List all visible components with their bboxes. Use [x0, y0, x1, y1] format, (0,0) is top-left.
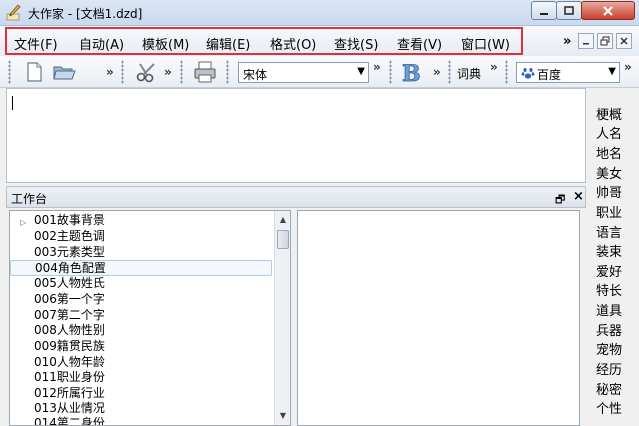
side-item[interactable]: 经历 [596, 359, 622, 378]
side-item[interactable]: 个性 [596, 398, 622, 417]
menu-overflow-button[interactable]: » [563, 34, 571, 49]
toolbar-overflow-button[interactable]: » [106, 65, 114, 79]
side-item[interactable]: 帅哥 [596, 182, 622, 201]
font-select-value: 宋体 [243, 68, 268, 82]
menu-window[interactable]: 窗口(W) [461, 34, 510, 53]
chevron-down-icon: ▼ [357, 66, 365, 77]
tree-item[interactable]: 007第二个字 [10, 308, 272, 324]
tree-item[interactable]: 005人物姓氏 [10, 276, 272, 292]
tree-item[interactable]: 010人物年龄 [10, 355, 272, 371]
side-item[interactable]: 梗概 [596, 104, 622, 123]
chevron-down-icon: ▼ [608, 66, 616, 77]
workbench-header: 工作台 🗗 × [6, 186, 586, 208]
tree-item[interactable]: 002主题色调 [10, 229, 272, 245]
tree-item[interactable]: 014第二身份 [10, 416, 272, 425]
workbench-title: 工作台 [11, 192, 48, 206]
side-item[interactable]: 秘密 [596, 379, 622, 398]
open-folder-icon[interactable] [52, 60, 76, 84]
menu-view[interactable]: 查看(V) [397, 34, 442, 53]
tree-item[interactable]: 009籍贯民族 [10, 339, 272, 355]
toolbar-grip[interactable] [448, 60, 451, 84]
menu-file[interactable]: 文件(F) [14, 34, 58, 53]
restore-icon [600, 36, 610, 46]
font-select[interactable]: 宋体 ▼ [238, 62, 369, 83]
toolbar-grip[interactable] [8, 60, 11, 84]
tree-item[interactable]: 004角色配置 [10, 260, 272, 276]
workbench-tree-list[interactable]: ▷ 001故事背景 002主题色调 003元素类型 004角色配置 005人物姓… [9, 210, 291, 426]
side-item[interactable]: 地名 [596, 143, 622, 162]
side-item[interactable]: 美女 [596, 163, 622, 182]
side-item[interactable]: 宠物 [596, 339, 622, 358]
menu-edit[interactable]: 编辑(E) [206, 34, 250, 53]
maximize-icon [564, 5, 574, 15]
side-item[interactable]: 语言 [596, 222, 622, 241]
menu-find[interactable]: 查找(S) [334, 34, 378, 53]
minimize-icon [583, 43, 589, 45]
bold-icon[interactable]: B [399, 60, 423, 84]
tree-item[interactable]: 013从业情况 [10, 401, 272, 417]
tree-item[interactable]: 008人物性别 [10, 323, 272, 339]
tree-item[interactable]: 003元素类型 [10, 245, 272, 261]
menu-template[interactable]: 模板(M) [142, 34, 189, 53]
side-item[interactable]: 装束 [596, 241, 622, 260]
app-pen-icon [6, 4, 21, 21]
title-bar: 大作家 - [文档1.dzd] [0, 0, 639, 26]
text-caret [12, 96, 13, 110]
side-item[interactable]: 职业 [596, 202, 622, 221]
new-document-icon[interactable] [22, 60, 46, 84]
printer-icon[interactable] [193, 60, 217, 84]
mdi-minimize-button[interactable] [578, 33, 594, 49]
toolbar-grip[interactable] [505, 60, 508, 84]
tree-item[interactable]: ▷ 001故事背景 [10, 213, 272, 229]
side-category-panel: 梗概 人名 地名 美女 帅哥 职业 语言 装束 爱好 特长 道具 兵器 宠物 经… [589, 88, 639, 426]
maximize-button[interactable] [556, 1, 582, 20]
menu-format[interactable]: 格式(O) [270, 34, 316, 53]
document-editor[interactable] [6, 88, 586, 183]
side-item[interactable]: 兵器 [596, 320, 622, 339]
close-icon [620, 37, 628, 45]
workbench-detail-pane[interactable] [297, 210, 580, 426]
close-panel-icon[interactable]: × [573, 189, 584, 204]
toolbar-overflow-button[interactable]: » [433, 65, 441, 79]
scrollbar-thumb[interactable] [277, 230, 289, 249]
search-engine-select[interactable]: 百度 ▼ [516, 62, 620, 83]
tree-item[interactable]: 012所属行业 [10, 386, 272, 402]
vertical-scrollbar[interactable]: ▲ ▼ [274, 211, 290, 425]
scissors-icon[interactable] [134, 60, 158, 84]
window-title: 大作家 - [文档1.dzd] [28, 7, 143, 21]
tree-item[interactable]: 006第一个字 [10, 292, 272, 308]
scroll-down-arrow-icon[interactable]: ▼ [275, 408, 290, 424]
side-item[interactable]: 爱好 [596, 261, 622, 280]
dictionary-button[interactable]: 词典 [457, 65, 481, 82]
side-item[interactable]: 道具 [596, 300, 622, 319]
scroll-up-arrow-icon[interactable]: ▲ [275, 212, 290, 228]
toolbar: » » 宋体 ▼ » B » 词典 » 百度 ▼ » [0, 56, 639, 88]
baidu-paw-icon [521, 68, 535, 79]
toolbar-grip[interactable] [180, 60, 183, 84]
toolbar-overflow-button[interactable]: » [624, 60, 632, 74]
close-button[interactable] [581, 1, 635, 20]
expand-arrow-icon[interactable]: ▷ [20, 215, 26, 230]
mdi-close-button[interactable] [616, 33, 632, 49]
toolbar-overflow-button[interactable]: » [373, 60, 381, 74]
side-item[interactable]: 特长 [596, 280, 622, 299]
minimize-icon [540, 12, 548, 15]
float-panel-icon[interactable]: 🗗 [555, 191, 565, 210]
toolbar-overflow-button[interactable]: » [490, 60, 498, 74]
toolbar-grip[interactable] [121, 60, 124, 84]
minimize-button[interactable] [531, 1, 557, 20]
search-engine-value: 百度 [537, 68, 562, 82]
toolbar-overflow-button[interactable]: » [164, 65, 172, 79]
tree-item[interactable]: 011职业身份 [10, 370, 272, 386]
svg-text:B: B [402, 61, 421, 84]
menu-bar: 文件(F) 自动(A) 模板(M) 编辑(E) 格式(O) 查找(S) 查看(V… [0, 26, 639, 56]
mdi-restore-button[interactable] [597, 33, 613, 49]
toolbar-grip[interactable] [389, 60, 392, 84]
close-icon [603, 5, 613, 16]
side-item[interactable]: 人名 [596, 123, 622, 142]
toolbar-grip[interactable] [226, 60, 229, 84]
menu-auto[interactable]: 自动(A) [79, 34, 124, 53]
